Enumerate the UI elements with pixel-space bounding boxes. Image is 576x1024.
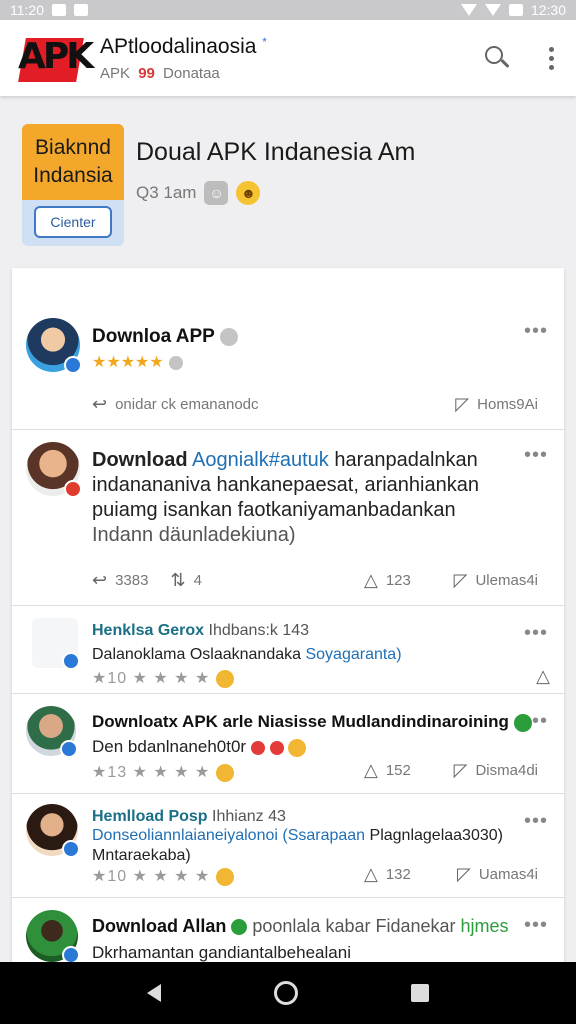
rating-stars: ★13 ★ ★ ★ ★ — [92, 762, 234, 782]
avatar[interactable] — [32, 618, 80, 670]
heart-icon — [269, 740, 284, 755]
list-item[interactable]: ••• Hemlload Posp Ihhianz 43 Donseoliann… — [12, 794, 564, 898]
wifi-icon — [460, 4, 477, 16]
like-action[interactable]: △ 152 — [364, 760, 411, 781]
repost-icon: ⇅ — [170, 570, 186, 590]
heart-icon — [250, 740, 265, 755]
badge-icon — [64, 480, 82, 498]
thumbs-up-icon: △ — [364, 570, 378, 590]
post-body: Dalanoklama Oslaaknandaka Soyagaranta) — [92, 646, 402, 663]
avatar[interactable] — [26, 706, 78, 758]
verified-badge-icon — [60, 740, 78, 758]
verified-badge-icon — [62, 840, 80, 858]
recents-icon[interactable] — [411, 984, 430, 1002]
info-icon — [219, 327, 238, 346]
reply-icon: ↩ — [92, 570, 108, 590]
avatar[interactable] — [26, 910, 80, 964]
share-action[interactable]: ↩ 3383 ⇅ 4 — [92, 570, 202, 591]
verified-badge-icon — [62, 652, 80, 670]
signal-icon — [484, 4, 501, 16]
rating-stars: ★★★★★ — [92, 352, 184, 372]
status-time-left: 11:20 — [10, 2, 44, 18]
list-item[interactable]: ••• Downloa APP ★★★★★ ↩ onidar ck emanan… — [12, 268, 564, 430]
emoji-icon — [288, 738, 307, 757]
avatar[interactable] — [26, 804, 80, 858]
page-header: Biaknnd Indansia Cienter Doual APK Indan… — [22, 124, 562, 248]
page-cover[interactable]: Biaknnd Indansia Cienter — [22, 124, 124, 246]
comment-icon: ◸ — [455, 394, 470, 414]
comment-action[interactable]: ◸ Homs9Ai — [455, 394, 538, 415]
post-body: Den bdanlnaneh0t0r — [92, 734, 307, 759]
thumbs-up-icon: △ — [364, 760, 378, 780]
app-bar: APK APtloodalinaosia * APK 99 Donataa — [0, 20, 576, 96]
page-title: Doual APK Indanesia Am — [136, 138, 416, 166]
comment-action[interactable]: ◸ Ulemas4i — [454, 570, 538, 591]
smile-emoji-icon: ☻ — [236, 181, 261, 205]
more-options-icon[interactable] — [545, 43, 558, 74]
status-bar: 11:20 12:30 — [0, 0, 576, 20]
rating-stars: ★10 ★ ★ ★ ★ — [92, 668, 234, 688]
status-time-right: 12:30 — [530, 2, 566, 18]
thumbs-up-icon: △ — [364, 864, 378, 884]
list-item[interactable]: ••• Download Allan poonlala kabar Fidane… — [12, 898, 564, 968]
home-icon[interactable] — [273, 981, 298, 1005]
reply-icon: ↩ — [92, 394, 108, 414]
notification-icon-2 — [74, 4, 88, 16]
like-action[interactable]: △ — [536, 666, 550, 687]
cover-button[interactable]: Cienter — [34, 206, 112, 238]
notification-icon — [52, 4, 66, 16]
shield-icon — [231, 919, 248, 936]
more-icon[interactable]: ••• — [524, 811, 548, 831]
avatar[interactable] — [26, 442, 82, 498]
feed-card: ••• Downloa APP ★★★★★ ↩ onidar ck emanan… — [12, 268, 564, 968]
comment-icon: ◸ — [456, 864, 471, 884]
more-icon[interactable]: ••• — [524, 321, 548, 341]
comment-icon: ◸ — [453, 570, 468, 590]
list-item[interactable]: ••• Download Aognialk#autuk haranpadalnk… — [12, 430, 564, 606]
app-title: APtloodalinaosia * — [100, 34, 267, 58]
avatar[interactable] — [26, 318, 82, 374]
rating-stars: ★10 ★ ★ ★ ★ — [92, 866, 234, 886]
comment-action[interactable]: ◸ Disma4di — [454, 760, 538, 781]
app-logo[interactable]: APK — [18, 30, 94, 86]
emoji-icon — [215, 763, 234, 782]
post-body: Download Aognialk#autuk haranpadalnkan i… — [92, 449, 479, 546]
more-icon[interactable]: ••• — [524, 623, 548, 643]
search-icon[interactable] — [483, 44, 511, 72]
online-icon — [513, 713, 532, 732]
emoji-icon — [215, 867, 234, 886]
emoji-icon — [215, 669, 234, 688]
comment-action[interactable]: ◸ Uamas4i — [457, 864, 538, 885]
like-action[interactable]: △ 123 — [364, 570, 411, 591]
list-item[interactable]: ••• Henklsa Gerox Ihdbans:k 143 Dalanokl… — [12, 606, 564, 694]
post-author[interactable]: Hemlload Posp Ihhianz 43 — [92, 808, 286, 826]
system-nav-bar — [0, 962, 576, 1024]
post-author[interactable]: Downloa APP — [92, 326, 238, 348]
battery-icon — [508, 4, 523, 16]
post-author[interactable]: Downloatx APK arle Niasisse Mudlandindin… — [92, 712, 532, 732]
post-author[interactable]: Henklsa Gerox Ihdbans:k 143 — [92, 622, 309, 640]
app-subtitle: APK 99 Donataa — [100, 64, 220, 82]
like-action[interactable]: △ 132 — [364, 864, 411, 885]
more-icon[interactable]: ••• — [524, 915, 548, 935]
page-meta: Q3 1am ☺ ☻ — [136, 181, 415, 205]
verified-badge-icon — [64, 356, 82, 374]
comment-icon: ◸ — [453, 760, 468, 780]
back-icon[interactable] — [146, 984, 161, 1002]
post-body: Donseoliannlaianeiyalonoi (Ssarapaan Pla… — [92, 827, 503, 864]
post-author[interactable]: Download Allan poonlala kabar Fidanekar … — [92, 916, 509, 937]
thumbs-up-icon: △ — [536, 666, 550, 686]
reply-action[interactable]: ↩ onidar ck emananodc — [92, 394, 259, 415]
list-item[interactable]: ••• Downloatx APK arle Niasisse Mudlandi… — [12, 694, 564, 794]
robot-emoji-icon: ☺ — [204, 181, 229, 205]
